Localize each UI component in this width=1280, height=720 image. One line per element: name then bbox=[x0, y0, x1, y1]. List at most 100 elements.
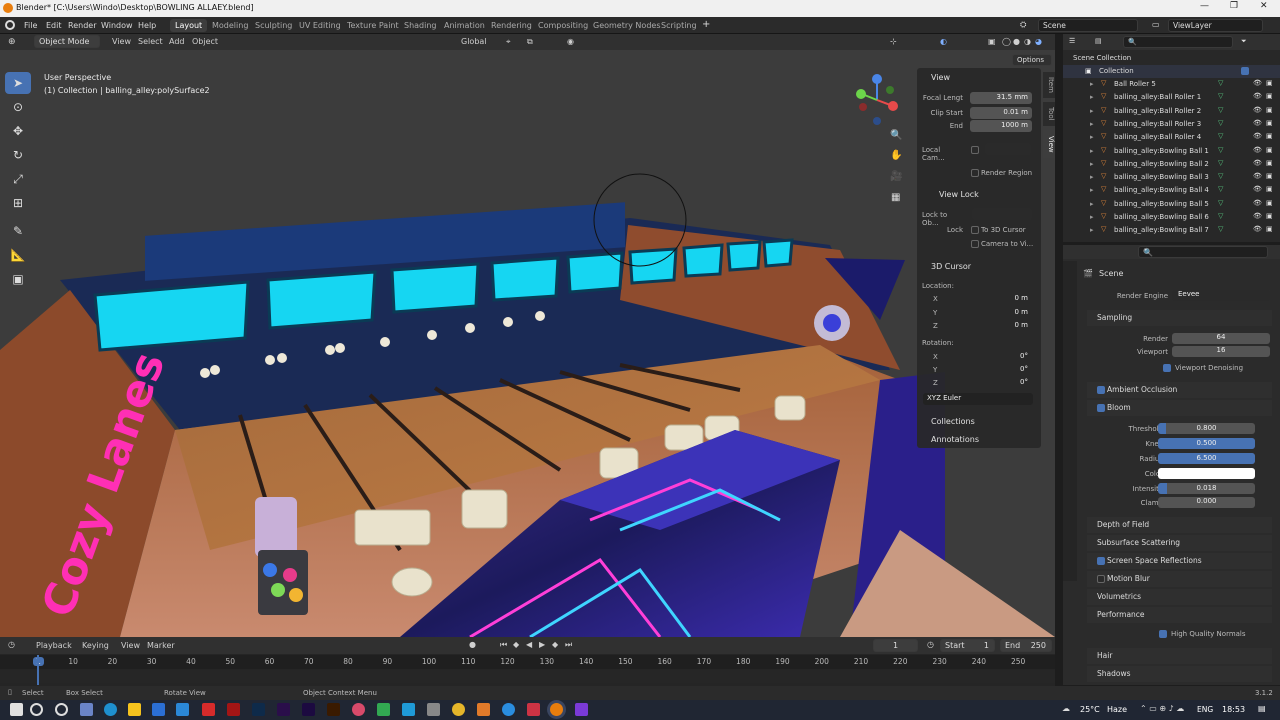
play-icon[interactable]: ▶ bbox=[539, 640, 545, 649]
render-camera-icon[interactable]: ▣ bbox=[1266, 199, 1273, 207]
mesh-data-icon[interactable]: ▽ bbox=[1218, 79, 1223, 87]
folder-icon[interactable] bbox=[128, 703, 141, 716]
expand-arrow-icon[interactable]: ▸ bbox=[1090, 213, 1094, 221]
render-camera-icon[interactable]: ▣ bbox=[1266, 172, 1273, 180]
expand-arrow-icon[interactable]: ▸ bbox=[1090, 133, 1094, 141]
depth-of-field-header[interactable]: Depth of Field bbox=[1087, 517, 1272, 533]
sampling-panel-header[interactable]: Sampling bbox=[1087, 310, 1272, 326]
tab-compositing[interactable]: Compositing bbox=[533, 19, 593, 32]
render-camera-icon[interactable]: ▣ bbox=[1266, 225, 1273, 233]
ortho-grid-icon[interactable]: ▦ bbox=[891, 192, 900, 203]
render-camera-icon[interactable]: ▣ bbox=[1266, 119, 1273, 127]
notification-icon[interactable]: ▤ bbox=[1258, 704, 1266, 713]
mesh-data-icon[interactable]: ▽ bbox=[1218, 132, 1223, 140]
weather-temp[interactable]: 25°C bbox=[1080, 705, 1100, 714]
clock-icon[interactable]: ◷ bbox=[927, 640, 934, 649]
focal-length-field[interactable]: 31.5 mm bbox=[970, 92, 1032, 104]
outliner-item[interactable]: ▸ ▽ balling_alley:Ball Roller 4 ▽ 👁 ▣ bbox=[1063, 131, 1280, 144]
shadows-header[interactable]: Shadows bbox=[1087, 666, 1272, 682]
outliner-item[interactable]: ▸ ▽ balling_alley:Bowling Ball 2 ▽ 👁 ▣ bbox=[1063, 158, 1280, 171]
scene-collection-row[interactable]: Scene Collection bbox=[1063, 52, 1280, 65]
mesh-data-icon[interactable]: ▽ bbox=[1218, 92, 1223, 100]
timeline-editor-icon[interactable]: ◷ bbox=[8, 640, 15, 649]
scene-selector[interactable]: Scene bbox=[1038, 19, 1138, 32]
outliner-item[interactable]: ▸ ▽ balling_alley:Bowling Ball 3 ▽ 👁 ▣ bbox=[1063, 171, 1280, 184]
outliner-item[interactable]: ▸ ▽ balling_alley:Ball Roller 1 ▽ 👁 ▣ bbox=[1063, 91, 1280, 104]
collection-checkbox[interactable] bbox=[1241, 67, 1249, 75]
visibility-eye-icon[interactable]: 👁 bbox=[1253, 132, 1262, 140]
clamp-field[interactable]: 0.000 bbox=[1158, 497, 1255, 508]
outliner-item[interactable]: ▸ ▽ balling_alley:Bowling Ball 6 ▽ 👁 ▣ bbox=[1063, 211, 1280, 224]
tab-layout[interactable]: Layout bbox=[170, 19, 208, 32]
local-camera-field[interactable] bbox=[985, 143, 1031, 155]
bloom-header[interactable]: Bloom bbox=[1087, 400, 1272, 416]
start-frame-field[interactable]: Start 1 bbox=[940, 639, 995, 652]
render-region-checkbox[interactable] bbox=[971, 169, 979, 177]
lock-to-cursor-checkbox[interactable] bbox=[971, 226, 979, 234]
minimize-icon[interactable]: — bbox=[1200, 1, 1209, 11]
render-camera-icon[interactable]: ▣ bbox=[1266, 212, 1273, 220]
visibility-eye-icon[interactable]: 👁 bbox=[1253, 92, 1262, 100]
tab-texture-paint[interactable]: Texture Paint bbox=[342, 19, 404, 32]
view-layer-icon[interactable]: ▭ bbox=[1152, 20, 1160, 29]
camera-to-view-checkbox[interactable] bbox=[971, 240, 979, 248]
next-key-icon[interactable]: ◆ bbox=[552, 640, 558, 649]
viewport-samples-field[interactable]: 16 bbox=[1172, 346, 1270, 357]
record-icon[interactable]: ● bbox=[469, 640, 476, 649]
radius-slider[interactable]: 6.500 bbox=[1158, 453, 1255, 464]
keying-menu[interactable]: Keying bbox=[82, 641, 109, 650]
filter-icon[interactable]: ⏷ bbox=[1241, 37, 1247, 46]
expand-arrow-icon[interactable]: ▸ bbox=[1090, 147, 1094, 155]
display-mode-icon[interactable]: ▤ bbox=[1095, 37, 1102, 45]
mesh-data-icon[interactable]: ▽ bbox=[1218, 119, 1223, 127]
view-section-header[interactable]: View bbox=[931, 73, 950, 82]
prev-key-icon[interactable]: ◆ bbox=[513, 640, 519, 649]
knee-slider[interactable]: 0.500 bbox=[1158, 438, 1255, 449]
pan-icon[interactable]: ✋ bbox=[890, 150, 902, 161]
cursor-location-x[interactable]: 0 m bbox=[924, 293, 1032, 305]
menu-select[interactable]: Select bbox=[138, 37, 163, 46]
render-camera-icon[interactable]: ▣ bbox=[1266, 185, 1273, 193]
performance-header[interactable]: Performance bbox=[1087, 607, 1272, 623]
timeline-track[interactable] bbox=[0, 670, 1055, 683]
outliner-item[interactable]: ▸ ▽ balling_alley:Bowling Ball 1 ▽ 👁 ▣ bbox=[1063, 145, 1280, 158]
app-icon-3[interactable] bbox=[402, 703, 415, 716]
outliner-item[interactable]: ▸ ▽ balling_alley:Ball Roller 2 ▽ 👁 ▣ bbox=[1063, 105, 1280, 118]
tab-scripting[interactable]: Scripting bbox=[656, 19, 702, 32]
menu-edit[interactable]: Edit bbox=[46, 21, 62, 30]
chrome-icon[interactable] bbox=[452, 703, 465, 716]
visibility-eye-icon[interactable]: 👁 bbox=[1253, 146, 1262, 154]
select-tool-icon[interactable]: ➤ bbox=[5, 72, 31, 94]
playhead[interactable] bbox=[37, 655, 39, 685]
ambient-occlusion-checkbox[interactable] bbox=[1097, 386, 1105, 394]
expand-arrow-icon[interactable]: ▸ bbox=[1090, 173, 1094, 181]
local-camera-checkbox[interactable] bbox=[971, 146, 979, 154]
outliner-item[interactable]: ▸ ▽ balling_alley:Bowling Ball 7 ▽ 👁 ▣ bbox=[1063, 224, 1280, 237]
expand-arrow-icon[interactable]: ▸ bbox=[1090, 120, 1094, 128]
view-layer-selector[interactable]: ViewLayer bbox=[1168, 19, 1263, 32]
store-icon[interactable] bbox=[152, 703, 165, 716]
outliner-item[interactable]: ▸ ▽ balling_alley:Bowling Ball 4 ▽ 👁 ▣ bbox=[1063, 184, 1280, 197]
outliner-search[interactable]: 🔍 bbox=[1123, 36, 1233, 48]
playback-menu[interactable]: Playback bbox=[36, 641, 72, 650]
visibility-eye-icon[interactable]: 👁 bbox=[1253, 106, 1262, 114]
add-workspace-icon[interactable]: + bbox=[702, 19, 710, 30]
render-camera-icon[interactable]: ▣ bbox=[1266, 159, 1273, 167]
tray-icons[interactable]: ⌃ ▭ ⊕ ♪ ☁ bbox=[1140, 704, 1184, 713]
motion-blur-checkbox[interactable] bbox=[1097, 575, 1105, 583]
jump-start-icon[interactable]: ⏮ bbox=[500, 640, 507, 650]
render-camera-icon[interactable]: ▣ bbox=[1266, 92, 1273, 100]
visibility-eye-icon[interactable]: 👁 bbox=[1253, 212, 1262, 220]
weather-condition[interactable]: Haze bbox=[1107, 705, 1127, 714]
cursor-rotation-x[interactable]: 0° bbox=[924, 351, 1032, 363]
add-cube-tool-icon[interactable]: ▣ bbox=[5, 268, 31, 290]
render-camera-icon[interactable]: ▣ bbox=[1266, 146, 1273, 154]
transform-tool-icon[interactable]: ⊞ bbox=[5, 192, 31, 214]
illustrator-icon[interactable] bbox=[327, 703, 340, 716]
zoom-icon[interactable]: 🔍 bbox=[890, 130, 902, 141]
photos-icon[interactable] bbox=[176, 703, 189, 716]
premiere-icon[interactable] bbox=[277, 703, 290, 716]
shading-solid-icon[interactable]: ● bbox=[1013, 37, 1020, 46]
app-icon-2[interactable] bbox=[377, 703, 390, 716]
subsurface-header[interactable]: Subsurface Scattering bbox=[1087, 535, 1272, 551]
